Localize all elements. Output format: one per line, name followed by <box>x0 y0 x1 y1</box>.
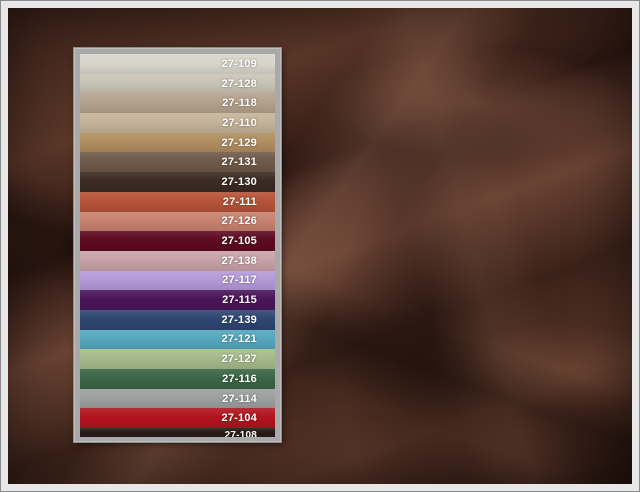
swatch: 27-121 <box>80 329 275 350</box>
swatch-code: 27-110 <box>222 116 257 129</box>
swatch: 27-138 <box>80 250 275 271</box>
swatch: 27-129 <box>80 132 275 153</box>
swatch: 27-131 <box>80 152 275 173</box>
swatch-code: 27-130 <box>221 175 257 188</box>
swatch: 27-115 <box>80 290 275 310</box>
swatch-code: 27-108 <box>224 430 257 438</box>
swatch: 27-105 <box>80 231 275 251</box>
image-frame: 27-109 27-128 27-118 27-110 27-129 27-13… <box>0 0 640 492</box>
swatch: 27-114 <box>80 388 275 409</box>
swatch-code: 27-117 <box>222 274 257 287</box>
swatch-code: 27-109 <box>221 57 257 70</box>
swatch: 27-127 <box>80 349 275 369</box>
swatch: 27-111 <box>80 191 275 212</box>
swatch: 27-126 <box>80 211 275 232</box>
swatch-code: 27-104 <box>221 412 257 425</box>
swatch: 27-128 <box>80 73 275 94</box>
swatch-code: 27-116 <box>222 372 257 385</box>
swatch: 27-139 <box>80 309 275 330</box>
swatch-code: 27-121 <box>221 333 257 346</box>
swatch: 27-110 <box>80 113 275 133</box>
swatch: 27-118 <box>80 93 275 114</box>
swatch: 27-130 <box>80 172 275 192</box>
swatch-code: 27-138 <box>221 254 257 267</box>
swatch: 27-108 <box>80 428 275 438</box>
swatch-code: 27-118 <box>222 97 257 110</box>
swatch-code: 27-114 <box>222 392 257 405</box>
swatch-code: 27-126 <box>221 215 257 228</box>
swatch: 27-104 <box>80 408 275 429</box>
swatch-code: 27-111 <box>222 195 257 208</box>
swatch-code: 27-127 <box>221 353 257 366</box>
swatch-code: 27-129 <box>221 136 257 149</box>
swatch: 27-109 <box>80 54 275 74</box>
swatch-code: 27-131 <box>221 156 257 169</box>
swatch-code: 27-139 <box>221 313 257 326</box>
swatch-list: 27-109 27-128 27-118 27-110 27-129 27-13… <box>80 54 275 438</box>
swatch-code: 27-128 <box>221 77 257 90</box>
swatch-code: 27-105 <box>221 235 257 248</box>
swatch: 27-116 <box>80 369 275 389</box>
swatch: 27-117 <box>80 270 275 291</box>
swatch-code: 27-115 <box>222 294 257 307</box>
color-swatch-card: 27-109 27-128 27-118 27-110 27-129 27-13… <box>74 48 281 442</box>
